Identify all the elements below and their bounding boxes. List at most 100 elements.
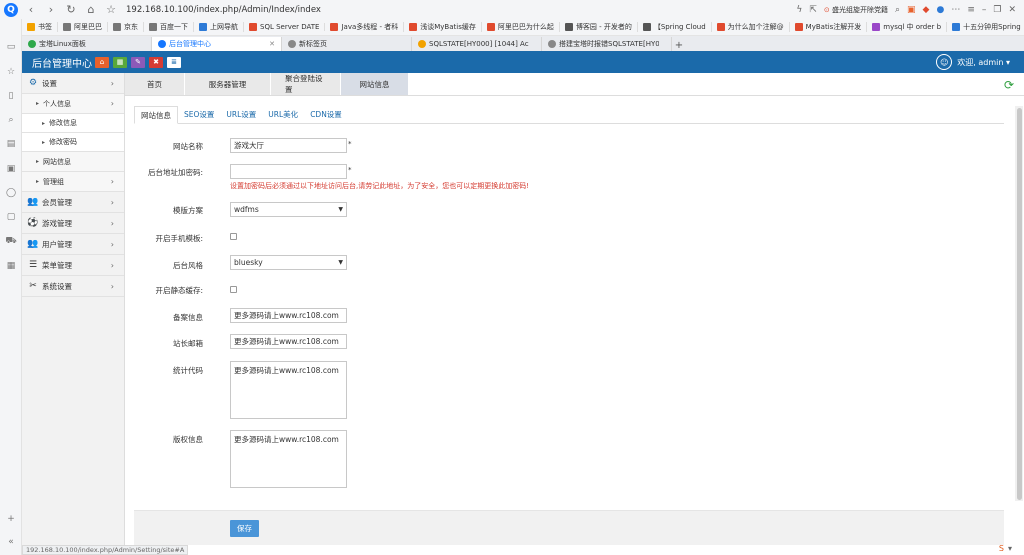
form-tab[interactable]: URL美化 bbox=[262, 105, 304, 123]
form-tab[interactable]: URL设置 bbox=[220, 105, 262, 123]
form-tab[interactable]: CDN设置 bbox=[304, 105, 348, 123]
bookmark-item[interactable]: 上网导航 bbox=[194, 22, 244, 32]
user-menu[interactable]: ☺ 欢迎, admin ▾ bbox=[936, 54, 1024, 70]
sidebar-menu: ⚙ 设置 › ▸ 个人信息 › ▸ 修改信息 ▸ 修改密码 ▸ 网站信息 ▸ 管理组 › 👥 会员管理 › ⚽ 游戏管… bbox=[22, 73, 125, 555]
sidebar-item[interactable]: ▸ 管理组 › bbox=[22, 172, 124, 192]
browser-tab[interactable]: 后台管理中心 ✕ bbox=[152, 37, 282, 51]
back-icon[interactable]: ‹ bbox=[24, 3, 38, 17]
site-name-input[interactable] bbox=[230, 138, 347, 153]
content-tab[interactable]: 网站信息 bbox=[341, 73, 409, 95]
bookmark-item[interactable]: 十五分钟用Spring bbox=[947, 22, 1024, 32]
scrollbar-thumb[interactable] bbox=[1017, 108, 1022, 500]
copyright-textarea[interactable]: 更多源码请上www.rc108.com bbox=[230, 430, 347, 488]
bookmark-item[interactable]: 百度一下 bbox=[144, 22, 194, 32]
list-icon[interactable]: ≣ bbox=[167, 56, 181, 68]
bookmark-star-icon[interactable]: ☆ bbox=[104, 3, 118, 17]
add-icon[interactable]: + bbox=[5, 513, 17, 525]
book-icon[interactable]: ▯ bbox=[5, 90, 17, 102]
close-icon[interactable]: ✕ bbox=[1008, 5, 1016, 15]
chat-icon[interactable]: ◯ bbox=[5, 187, 17, 199]
home-nav-icon[interactable]: ⌂ bbox=[84, 3, 98, 17]
content-tab[interactable]: 聚合登陆设置 bbox=[271, 73, 341, 95]
collapse-icon[interactable]: « bbox=[5, 536, 17, 548]
home-icon[interactable]: ⌂ bbox=[95, 56, 109, 68]
sidebar-item[interactable]: ☰ 菜单管理 › bbox=[22, 255, 124, 276]
bookmark-item[interactable]: SQL Server DATE bbox=[244, 23, 326, 31]
stats-code-textarea[interactable]: 更多源码请上www.rc108.com bbox=[230, 361, 347, 419]
sidebar-item[interactable]: ▸ 网站信息 bbox=[22, 152, 124, 172]
static-cache-checkbox[interactable] bbox=[230, 286, 237, 293]
ext-blue-icon[interactable]: ● bbox=[936, 5, 944, 15]
cart-icon[interactable]: ⛟ bbox=[5, 235, 17, 247]
bookmark-item[interactable]: MyBatis注解开发 bbox=[790, 22, 868, 32]
more-icon[interactable]: ⋯ bbox=[951, 5, 960, 15]
reload-icon[interactable]: ↻ bbox=[64, 3, 78, 17]
bookmark-item[interactable]: 阿里巴巴为什么起 bbox=[482, 22, 560, 32]
reading-icon[interactable]: ▭ bbox=[5, 41, 17, 53]
sidebar-item[interactable]: ▸ 个人信息 › bbox=[22, 94, 124, 114]
game-icon[interactable]: ▣ bbox=[5, 163, 17, 175]
admin-pwd-input[interactable] bbox=[230, 164, 347, 179]
sidebar-item[interactable]: ✂ 系统设置 › bbox=[22, 276, 124, 297]
edit-icon[interactable]: ✎ bbox=[131, 56, 145, 68]
form-tab[interactable]: 网站信息 bbox=[134, 106, 178, 124]
sidebar-item[interactable]: ▸ 修改信息 bbox=[22, 114, 124, 133]
template-select[interactable]: wdfms ▼ bbox=[230, 202, 347, 217]
bookmark-item[interactable]: 浅谈MyBatis缓存 bbox=[404, 22, 482, 32]
bookmark-item[interactable]: 京东 bbox=[108, 22, 144, 32]
mobile-template-checkbox[interactable] bbox=[230, 233, 237, 240]
bookmark-item[interactable]: 博客园 - 开发者的 bbox=[560, 22, 638, 32]
bookmark-favicon-icon bbox=[872, 23, 881, 31]
sidebar-item[interactable]: 👥 会员管理 › bbox=[22, 192, 124, 213]
new-tab-icon[interactable]: + bbox=[672, 40, 686, 51]
admin-style-select[interactable]: bluesky ▼ bbox=[230, 255, 347, 270]
restore-icon[interactable]: ❐ bbox=[993, 5, 1001, 15]
tab-close-icon[interactable]: ✕ bbox=[269, 40, 275, 48]
browser-tab[interactable]: 搭建宝塔时报错SQLSTATE[HY000] [ bbox=[542, 37, 672, 51]
sidebar-item[interactable]: 👥 用户管理 › bbox=[22, 234, 124, 255]
icp-input[interactable] bbox=[230, 308, 347, 323]
content-tab[interactable]: 首页 bbox=[125, 73, 185, 95]
minimize-icon[interactable]: – bbox=[982, 5, 987, 15]
search-icon[interactable]: ⌕ bbox=[5, 114, 17, 126]
trash-icon[interactable]: ✖ bbox=[149, 56, 163, 68]
refresh-icon[interactable]: ⟳ bbox=[1004, 78, 1014, 92]
browser-tab[interactable]: 宝塔Linux面板 bbox=[22, 37, 152, 51]
admin-email-input[interactable] bbox=[230, 334, 347, 349]
forward-icon[interactable]: › bbox=[44, 3, 58, 17]
hot-news[interactable]: ⊙ 盛光组旋开除党籍 bbox=[824, 5, 888, 15]
browser-tab[interactable]: SQLSTATE[HY000] [1044] Access d bbox=[412, 37, 542, 51]
calendar-icon[interactable]: ▦ bbox=[5, 260, 17, 272]
menu-icon[interactable]: ≡ bbox=[967, 5, 975, 15]
sidebar-item-label: 修改密码 bbox=[49, 138, 78, 146]
browser-tab-label: 后台管理中心 bbox=[169, 40, 211, 48]
tray-arrow-icon[interactable]: ▾ bbox=[1008, 544, 1012, 553]
history-icon[interactable]: ▤ bbox=[5, 138, 17, 150]
bookmark-item[interactable]: 书签 bbox=[22, 22, 58, 32]
sidebar-item[interactable]: ⚽ 游戏管理 › bbox=[22, 213, 124, 234]
sidebar-item[interactable]: ▸ 修改密码 bbox=[22, 133, 124, 152]
grid-icon[interactable]: ▦ bbox=[113, 56, 127, 68]
url-field[interactable]: 192.168.10.100/index.php/Admin/Index/ind… bbox=[126, 5, 321, 15]
bookmark-item[interactable]: 为什么加个注解@ bbox=[712, 22, 790, 32]
share-icon[interactable]: ⇱ bbox=[809, 5, 817, 15]
bookmark-item[interactable]: 【Spring Cloud bbox=[638, 22, 712, 32]
bookmark-item[interactable]: Java多线程 - 者科 bbox=[325, 22, 405, 32]
game-pad-icon[interactable]: ▣ bbox=[907, 5, 916, 15]
search-top-icon[interactable]: ⌕ bbox=[895, 5, 900, 15]
save-button[interactable]: 保存 bbox=[230, 520, 259, 537]
lightning-icon[interactable]: ϟ bbox=[796, 5, 802, 15]
favorite-star-icon[interactable]: ☆ bbox=[5, 66, 17, 78]
site-name-required: * bbox=[348, 140, 352, 148]
ext-red-icon[interactable]: ◆ bbox=[923, 5, 930, 15]
soccer-icon: ⚽ bbox=[27, 218, 39, 228]
form-tab[interactable]: SEO设置 bbox=[178, 105, 220, 123]
content-tab[interactable]: 服务器管理 bbox=[185, 73, 271, 95]
browser-tab-label: 新标签页 bbox=[299, 40, 327, 48]
bookmark-item[interactable]: 阿里巴巴 bbox=[58, 22, 108, 32]
shop-bag-icon[interactable]: ▢ bbox=[5, 211, 17, 223]
bookmark-item[interactable]: mysql 中 order b bbox=[867, 22, 948, 32]
browser-tab[interactable]: 新标签页 bbox=[282, 37, 412, 51]
sidebar-item[interactable]: ⚙ 设置 › bbox=[22, 73, 124, 94]
s-logo-icon[interactable]: S bbox=[999, 544, 1004, 553]
